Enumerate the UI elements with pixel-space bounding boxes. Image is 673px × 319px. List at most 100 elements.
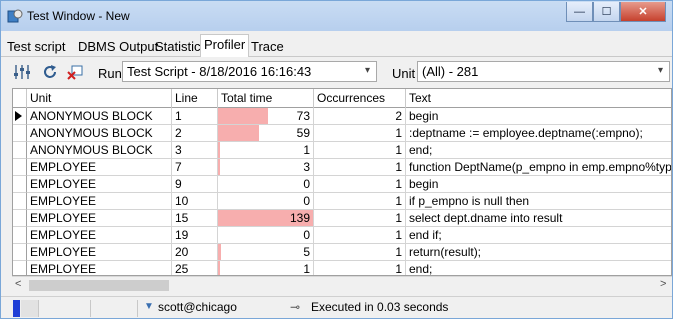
unit-select[interactable]: (All) - 281 ▾ [417,61,670,82]
cell-text[interactable]: end; [406,142,671,159]
tab-profiler[interactable]: Profiler [200,34,250,58]
cell-line[interactable]: 7 [172,159,218,176]
row-indicator[interactable] [13,142,27,159]
cell-text[interactable]: begin [406,176,671,193]
column-header-line[interactable]: Line [172,89,218,108]
connection-dropdown-icon[interactable]: ▼ [144,301,154,312]
cell-total-time[interactable]: 1 [218,261,314,275]
row-indicator[interactable] [13,193,27,210]
cell-text[interactable]: end if; [406,227,671,244]
cell-unit[interactable]: ANONYMOUS BLOCK [27,125,172,142]
cell-text[interactable]: begin [406,108,671,125]
cell-total-time[interactable]: 0 [218,176,314,193]
row-indicator[interactable] [13,159,27,176]
table-row[interactable]: ANONYMOUS BLOCK 2 59 1:deptname := employee… [13,125,671,142]
unit-select-value: (All) - 281 [422,64,479,79]
close-button[interactable]: ✕ [620,2,666,22]
cell-total-time[interactable]: 139 [218,210,314,227]
cell-total-time[interactable]: 1 [218,142,314,159]
cell-occurrences[interactable]: 2 [314,108,406,125]
pin-icon: ⊸ [290,300,301,314]
cell-text[interactable]: if p_empno is null then [406,193,671,210]
cell-total-time[interactable]: 3 [218,159,314,176]
table-row[interactable]: EMPLOYEE 7 3 1 function DeptName(p_empno in … [13,159,671,176]
cell-line[interactable]: 20 [172,244,218,261]
cell-occurrences[interactable]: 1 [314,176,406,193]
cell-occurrences[interactable]: 1 [314,210,406,227]
cell-line-value: 1 [175,109,182,123]
cell-occurrences[interactable]: 1 [314,261,406,275]
title-bar[interactable]: Test Window - New — ☐ ✕ [1,1,672,31]
cell-text[interactable]: select dept.dname into result [406,210,671,227]
cell-occurrences[interactable]: 1 [314,227,406,244]
maximize-button[interactable]: ☐ [593,2,620,22]
cell-line[interactable]: 2 [172,125,218,142]
connection-name[interactable]: scott@chicago [158,300,237,314]
cell-unit[interactable]: EMPLOYEE [27,193,172,210]
cell-unit[interactable]: EMPLOYEE [27,227,172,244]
cell-line[interactable]: 15 [172,210,218,227]
table-row[interactable]: EMPLOYEE 19 0 1 end if; [13,227,671,244]
table-row[interactable]: EMPLOYEE 20 5 1 return(result); [13,244,671,261]
column-header-text[interactable]: Text [406,89,671,108]
cell-unit[interactable]: EMPLOYEE [27,176,172,193]
cell-unit[interactable]: ANONYMOUS BLOCK [27,142,172,159]
cell-line[interactable]: 25 [172,261,218,275]
cell-total-time[interactable]: 0 [218,227,314,244]
column-header-occurrences[interactable]: Occurrences [314,89,406,108]
cell-occurrences[interactable]: 1 [314,193,406,210]
cell-unit[interactable]: EMPLOYEE [27,210,172,227]
cell-occurrences[interactable]: 1 [314,159,406,176]
cell-total-time[interactable]: 59 [218,125,314,142]
cell-line[interactable]: 19 [172,227,218,244]
row-indicator[interactable] [13,108,27,125]
row-indicator[interactable] [13,244,27,261]
table-row[interactable]: EMPLOYEE 15 139 1 select dept.dname into res… [13,210,671,227]
cell-occurrences[interactable]: 1 [314,125,406,142]
cell-occurrences[interactable]: 1 [314,244,406,261]
cell-occurrences[interactable]: 1 [314,142,406,159]
cell-unit[interactable]: EMPLOYEE [27,244,172,261]
cell-unit[interactable]: EMPLOYEE [27,159,172,176]
row-indicator[interactable] [13,125,27,142]
cell-line[interactable]: 1 [172,108,218,125]
row-indicator[interactable] [13,227,27,244]
chevron-down-icon: ▾ [657,65,663,76]
cell-text[interactable]: end; [406,261,671,275]
scrollbar-thumb[interactable] [29,280,169,291]
table-row[interactable]: EMPLOYEE 10 0 1 if p_empno is null then [13,193,671,210]
scroll-left-icon[interactable]: < [15,278,21,290]
tab-test-script[interactable]: Test script [3,36,70,57]
minimize-button[interactable]: — [566,2,593,22]
run-select[interactable]: Test Script - 8/18/2016 16:16:43 ▾ [122,61,377,82]
cell-text[interactable]: :deptname := employee.deptname(:empno); [406,125,671,142]
row-indicator[interactable] [13,176,27,193]
cell-line[interactable]: 10 [172,193,218,210]
row-indicator[interactable] [13,210,27,227]
cell-text[interactable]: return(result); [406,244,671,261]
tab-trace[interactable]: Trace [247,36,288,57]
status-segment [93,300,138,317]
refresh-icon[interactable] [41,63,59,81]
delete-run-icon[interactable] [66,63,84,81]
cell-line[interactable]: 9 [172,176,218,193]
table-row[interactable]: EMPLOYEE 9 0 1 begin [13,176,671,193]
table-row[interactable]: ANONYMOUS BLOCK 1 73 2 begin [13,108,671,125]
cell-total-time[interactable]: 0 [218,193,314,210]
profiler-grid[interactable]: Unit Line Total time Occurrences Text AN… [12,88,672,276]
cell-text[interactable]: function DeptName(p_empno in emp.empno%t… [406,159,671,176]
cell-unit[interactable]: ANONYMOUS BLOCK [27,108,172,125]
horizontal-scrollbar[interactable]: < > [12,276,672,293]
cell-total-time[interactable]: 73 [218,108,314,125]
scroll-right-icon[interactable]: > [660,278,666,290]
table-row[interactable]: EMPLOYEE 25 1 1 end; [13,261,671,275]
cell-unit[interactable]: EMPLOYEE [27,261,172,275]
table-row[interactable]: ANONYMOUS BLOCK 3 1 1 end; [13,142,671,159]
tab-dbms-output[interactable]: DBMS Output [74,36,162,57]
configure-icon[interactable] [13,63,31,81]
column-header-unit[interactable]: Unit [27,89,172,108]
column-header-total-time[interactable]: Total time [218,89,314,108]
cell-line[interactable]: 3 [172,142,218,159]
cell-total-time[interactable]: 5 [218,244,314,261]
row-indicator[interactable] [13,261,27,275]
